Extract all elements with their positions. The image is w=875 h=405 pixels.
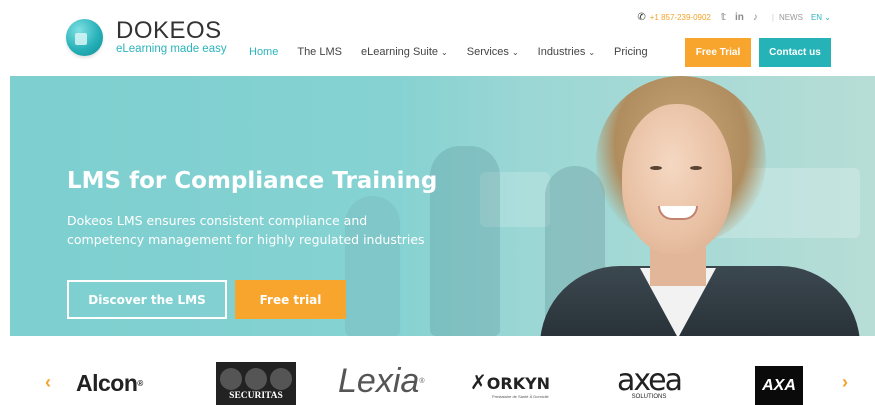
- nav-item-home[interactable]: Home: [249, 46, 278, 58]
- nav-item-the-lms[interactable]: The LMS: [297, 46, 342, 58]
- securitas-wordmark: SECURITAS: [229, 390, 283, 401]
- top-utility-bar: ✆ +1 857-239-0902 𝕥 in ♪ | NEWS EN ⌄: [637, 12, 831, 23]
- site-header: DOKEOS eLearning made easy ✆ +1 857-239-…: [0, 0, 875, 76]
- chevron-down-icon: ⌄: [824, 13, 831, 22]
- orkyn-logo: ✗ORKYN Prestataire de Santé À Domicile: [470, 370, 550, 399]
- news-link[interactable]: NEWS: [779, 13, 803, 22]
- registered-mark: ®: [137, 379, 143, 388]
- linkedin-icon[interactable]: in: [735, 12, 744, 23]
- nav-item-industries[interactable]: Industries ⌄: [538, 46, 595, 58]
- axea-logo: axea SOLUTIONS: [600, 360, 698, 405]
- divider: |: [771, 13, 774, 22]
- securitas-dots-icon: [220, 367, 292, 390]
- language-label: EN: [810, 13, 823, 22]
- client-logos-carousel: ‹ Alcon ® SECURITAS Lexia ® ✗ORKYN Prestat…: [0, 352, 875, 405]
- carousel-prev-arrow-icon[interactable]: ‹: [45, 372, 51, 393]
- twitter-icon[interactable]: 𝕥: [721, 12, 726, 23]
- chevron-down-icon: ⌄: [588, 48, 596, 57]
- contact-us-button[interactable]: Contact us: [759, 38, 831, 67]
- nav-label: Industries: [537, 46, 586, 58]
- nav-item-services[interactable]: Services ⌄: [467, 46, 519, 58]
- dokeos-logo-icon: [66, 19, 103, 56]
- phone-number[interactable]: +1 857-239-0902: [650, 13, 711, 22]
- lexia-logo: Lexia ®: [338, 362, 424, 401]
- orkyn-x-icon: ✗: [470, 370, 487, 394]
- alcon-logo: Alcon ®: [76, 370, 143, 397]
- orkyn-tagline: Prestataire de Santé À Domicile: [492, 394, 549, 399]
- nav-item-pricing[interactable]: Pricing: [614, 46, 648, 58]
- brand-logo[interactable]: DOKEOS eLearning made easy: [66, 19, 227, 56]
- axea-wordmark: axea: [616, 362, 683, 398]
- discover-lms-button[interactable]: Discover the LMS: [67, 280, 227, 319]
- nav-item-elearning-suite[interactable]: eLearning Suite ⌄: [361, 46, 448, 58]
- carousel-next-arrow-icon[interactable]: ›: [842, 372, 848, 393]
- hero-subtitle: Dokeos LMS ensures consistent compliance…: [67, 213, 425, 247]
- woman-eye: [650, 166, 662, 170]
- phone-icon: ✆: [637, 12, 646, 23]
- woman-face: [622, 104, 732, 254]
- language-selector[interactable]: EN ⌄: [811, 13, 831, 22]
- securitas-logo: SECURITAS: [216, 362, 296, 405]
- woman-eye: [690, 166, 702, 170]
- hero-free-trial-button[interactable]: Free trial: [235, 280, 346, 319]
- nav-label: Services: [466, 46, 509, 58]
- free-trial-button[interactable]: Free Trial: [685, 38, 751, 67]
- tiktok-icon[interactable]: ♪: [753, 12, 758, 23]
- registered-mark: ®: [419, 378, 425, 385]
- main-nav: Home The LMS eLearning Suite ⌄ Services ⌄ …: [249, 46, 667, 58]
- alcon-wordmark: Alcon: [76, 370, 138, 396]
- chevron-down-icon: ⌄: [441, 48, 448, 57]
- axa-logo: AXA: [755, 366, 803, 405]
- brand-name: DOKEOS: [116, 17, 222, 45]
- brand-tagline: eLearning made easy: [116, 43, 227, 56]
- chevron-down-icon: ⌄: [511, 48, 519, 57]
- hero-title: LMS for Compliance Training: [67, 168, 438, 194]
- nav-label: eLearning Suite: [360, 46, 439, 58]
- hero-banner: LMS for Compliance Training Dokeos LMS e…: [10, 76, 875, 336]
- lexia-wordmark: Lexia: [338, 362, 420, 400]
- orkyn-wordmark: ORKYN: [486, 374, 551, 393]
- axea-tagline: SOLUTIONS: [631, 393, 667, 400]
